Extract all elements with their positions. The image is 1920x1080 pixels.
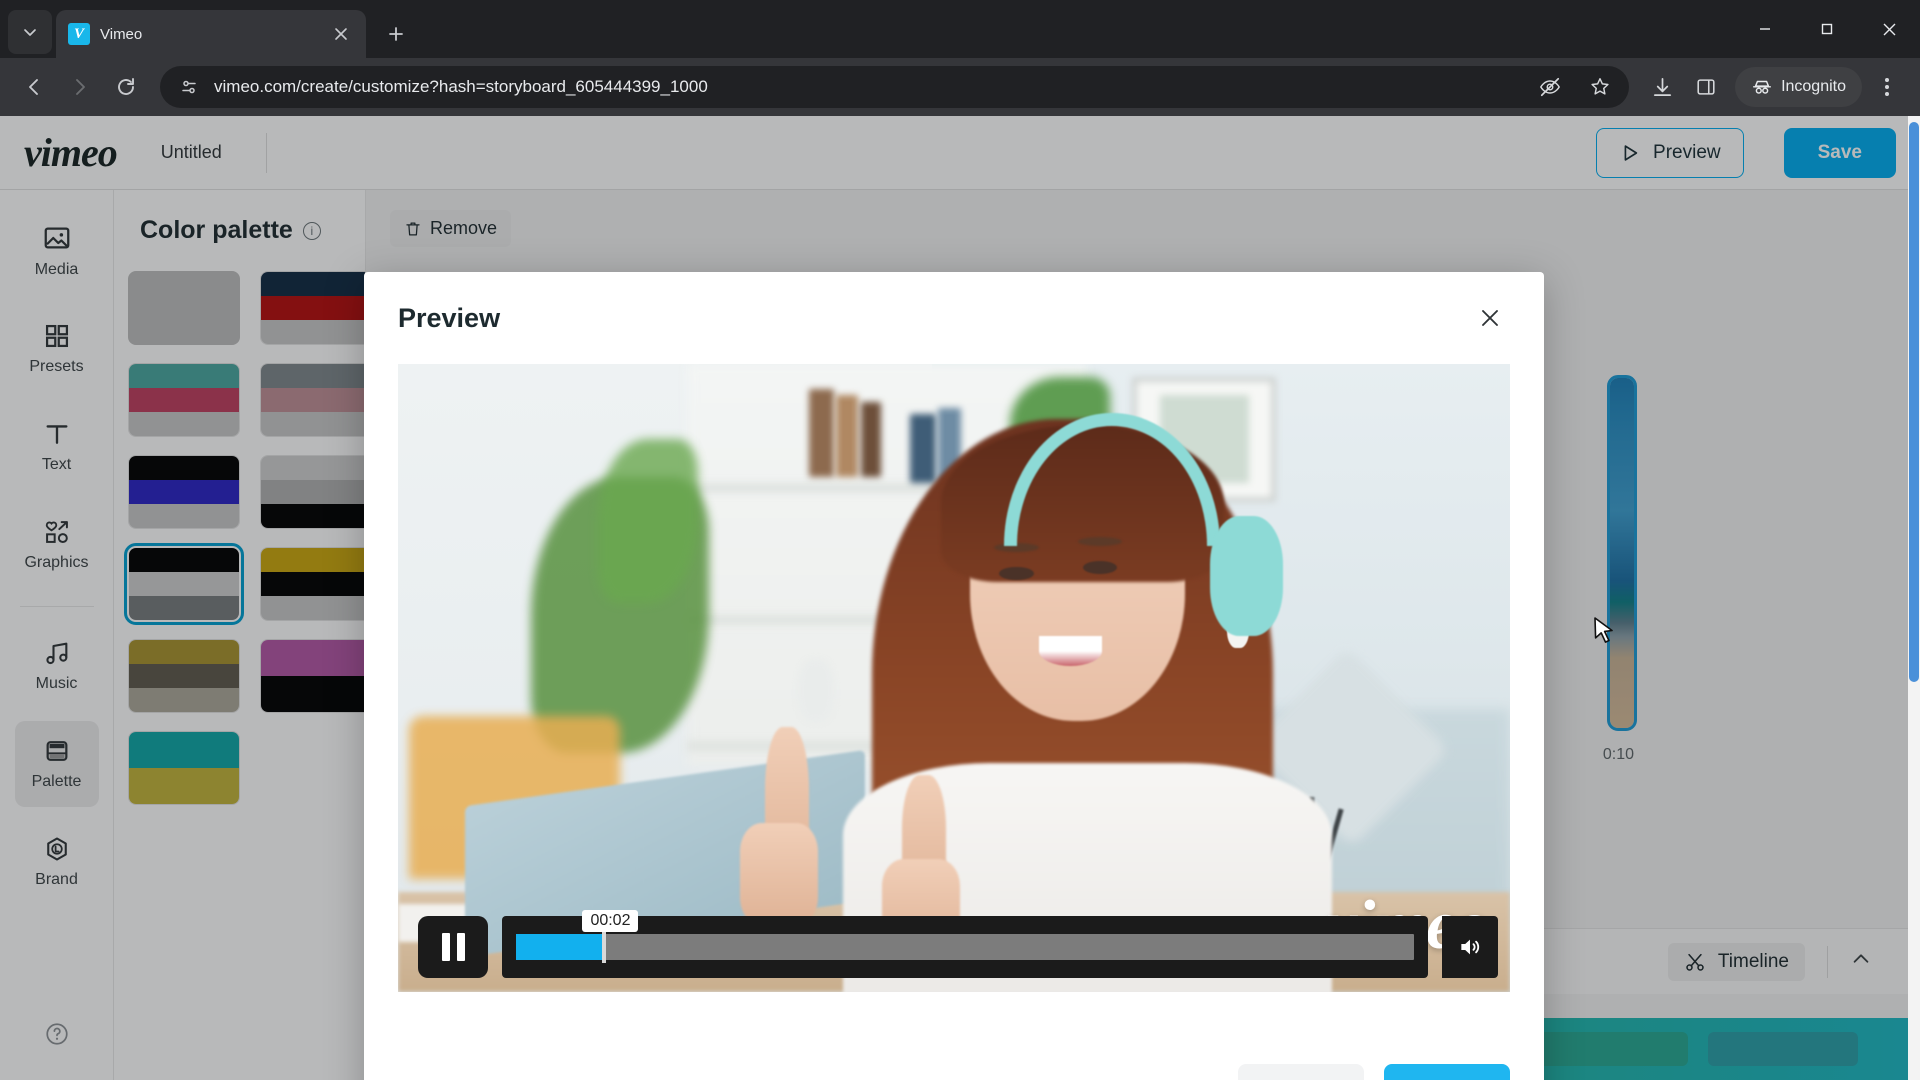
close-button[interactable]: Close bbox=[1238, 1064, 1364, 1080]
video-frame: vimeo bbox=[398, 364, 1510, 992]
page-scrollbar[interactable] bbox=[1908, 116, 1920, 1080]
modal-body: vimeo 00:02 bbox=[364, 364, 1544, 992]
modal-close-button[interactable] bbox=[1470, 298, 1510, 338]
close-icon bbox=[335, 28, 347, 40]
tab-title: Vimeo bbox=[100, 25, 143, 43]
current-time-tooltip: 00:02 bbox=[582, 910, 639, 932]
video-player[interactable]: vimeo 00:02 bbox=[398, 364, 1510, 992]
browser-tab[interactable]: V Vimeo bbox=[56, 10, 366, 58]
incognito-hat-icon bbox=[1753, 80, 1772, 94]
page-settings-icon bbox=[182, 80, 196, 94]
forward-button[interactable] bbox=[60, 67, 100, 107]
vimeo-favicon-icon: V bbox=[68, 23, 90, 45]
bookmark-star-icon[interactable] bbox=[1581, 68, 1619, 106]
window-controls bbox=[1734, 0, 1920, 58]
browser-window: V Vimeo vimeo.com/create/customize?hash=… bbox=[0, 0, 1920, 1080]
volume-button[interactable] bbox=[1442, 916, 1498, 978]
eye-off-icon[interactable] bbox=[1531, 68, 1569, 106]
back-button[interactable] bbox=[14, 67, 54, 107]
tab-close-button[interactable] bbox=[328, 21, 354, 47]
modal-header: Preview bbox=[364, 272, 1544, 364]
minimize-icon bbox=[1760, 28, 1770, 30]
chevron-down-icon bbox=[24, 29, 36, 36]
maximize-button[interactable] bbox=[1796, 0, 1858, 58]
pause-button[interactable] bbox=[418, 916, 488, 978]
preview-modal: Preview 00:02 bbox=[364, 272, 1544, 1080]
modal-footer: Close Save bbox=[364, 1032, 1544, 1080]
new-tab-button[interactable] bbox=[378, 16, 414, 52]
side-panel-icon[interactable] bbox=[1687, 68, 1725, 106]
arrow-right-icon bbox=[76, 79, 85, 95]
progress-bar[interactable]: 00:02 bbox=[502, 910, 1428, 978]
reload-icon bbox=[118, 78, 134, 95]
incognito-label: Incognito bbox=[1781, 78, 1846, 95]
tab-search-button[interactable] bbox=[8, 10, 52, 54]
close-window-button[interactable] bbox=[1858, 0, 1920, 58]
plus-icon bbox=[389, 27, 403, 41]
progress-fill bbox=[516, 934, 603, 960]
arrow-left-icon bbox=[29, 79, 38, 95]
tab-strip: V Vimeo bbox=[0, 0, 1920, 58]
minimize-button[interactable] bbox=[1734, 0, 1796, 58]
page-viewport: vimeo Untitled Preview Save Media Preset… bbox=[0, 116, 1920, 1080]
modal-title: Preview bbox=[398, 302, 501, 333]
progress-knob[interactable] bbox=[602, 931, 607, 963]
close-window-icon bbox=[1883, 23, 1895, 35]
scrollbar-thumb[interactable] bbox=[1909, 122, 1919, 682]
three-dot-menu-icon[interactable] bbox=[1868, 68, 1906, 106]
close-icon bbox=[1482, 310, 1498, 326]
mouse-cursor bbox=[1594, 617, 1613, 643]
site-settings-icon[interactable] bbox=[176, 74, 202, 100]
save-button[interactable]: Save bbox=[1384, 1064, 1510, 1080]
download-icon[interactable] bbox=[1643, 68, 1681, 106]
maximize-icon bbox=[1821, 23, 1833, 35]
address-bar[interactable]: vimeo.com/create/customize?hash=storyboa… bbox=[160, 66, 1630, 108]
person-in-video bbox=[740, 389, 1333, 992]
incognito-indicator[interactable]: Incognito bbox=[1735, 67, 1862, 107]
player-controls: 00:02 bbox=[418, 910, 1498, 978]
progress-track[interactable]: 00:02 bbox=[516, 910, 1414, 963]
pause-icon bbox=[441, 933, 450, 961]
url-text[interactable]: vimeo.com/create/customize?hash=storyboa… bbox=[214, 77, 1519, 97]
volume-on-icon bbox=[1461, 939, 1480, 955]
browser-toolbar: vimeo.com/create/customize?hash=storyboa… bbox=[0, 58, 1920, 116]
reload-button[interactable] bbox=[106, 67, 146, 107]
